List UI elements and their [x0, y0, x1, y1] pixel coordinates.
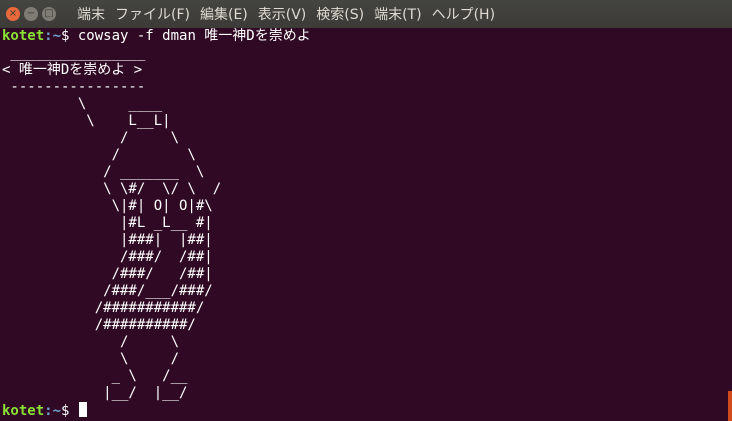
prompt-path: :~ [44, 403, 62, 419]
output-line: /###########/ [2, 300, 205, 316]
output-line: /###/ /##| [2, 266, 213, 282]
scrollbar[interactable] [728, 391, 732, 421]
output-line: |__/ |__/ [2, 385, 188, 401]
text-cursor [78, 402, 87, 417]
menu-item-terminal[interactable]: 端末(T) [369, 4, 426, 24]
terminal-window: × − □ 端末 ファイル(F) 編集(E) 表示(V) 検索(S) 端末(T)… [0, 0, 732, 421]
output-line: < 唯一神Dを崇めよ > [2, 62, 143, 78]
output-line: /###/___/###/ [2, 283, 213, 299]
prompt-path: :~ [44, 28, 62, 44]
output-line: / \ [2, 130, 180, 146]
output-line: \ ____ [2, 96, 163, 112]
menu-item-search[interactable]: 検索(S) [311, 4, 369, 24]
output-line: \ \#/ \/ \ / [2, 181, 222, 197]
prompt-symbol: $ [61, 403, 78, 419]
menu-bar: × − □ 端末 ファイル(F) 編集(E) 表示(V) 検索(S) 端末(T)… [0, 0, 732, 28]
active-prompt-line[interactable]: kotet:~$ [2, 402, 732, 419]
output-line: ________________ [2, 45, 146, 61]
menu-item-help[interactable]: ヘルプ(H) [427, 4, 500, 24]
output-line: / _______ \ [2, 164, 205, 180]
output-line: /###/ /##| [2, 249, 213, 265]
output-line: _ \ /__ [2, 368, 188, 384]
output-line: \ L__L| [2, 113, 171, 129]
command-text: cowsay -f dman 唯一神Dを崇めよ [77, 28, 311, 44]
output-line: |#L _L__ #| [2, 215, 213, 231]
close-icon[interactable]: × [6, 7, 20, 21]
command-line: kotet:~$ cowsay -f dman 唯一神Dを崇めよ [2, 28, 732, 45]
window-controls: × − □ [6, 7, 56, 21]
menu-item-view[interactable]: 表示(V) [253, 4, 312, 24]
command-output: ________________ < 唯一神Dを崇めよ > -----------… [2, 45, 732, 402]
output-line: \ / [2, 351, 180, 367]
output-line: /##########/ [2, 317, 196, 333]
minimize-icon[interactable]: − [24, 7, 38, 21]
menu-items: 端末 ファイル(F) 編集(E) 表示(V) 検索(S) 端末(T) ヘルプ(H… [72, 4, 500, 24]
output-line: / \ [2, 334, 180, 350]
output-line: |###| |##| [2, 232, 213, 248]
output-line: \|#| O| O|#\ [2, 198, 213, 214]
prompt-symbol: $ [61, 28, 78, 44]
menu-item-edit[interactable]: 編集(E) [195, 4, 253, 24]
maximize-icon[interactable]: □ [42, 7, 56, 21]
output-line: ---------------- [2, 79, 146, 95]
terminal-area[interactable]: kotet:~$ cowsay -f dman 唯一神Dを崇めよ _______… [0, 28, 732, 421]
output-line: / \ [2, 147, 196, 163]
prompt-user: kotet [2, 28, 45, 44]
menu-item-file[interactable]: ファイル(F) [110, 4, 195, 24]
menu-item-title: 端末 [77, 7, 105, 23]
prompt-user: kotet [2, 403, 45, 419]
